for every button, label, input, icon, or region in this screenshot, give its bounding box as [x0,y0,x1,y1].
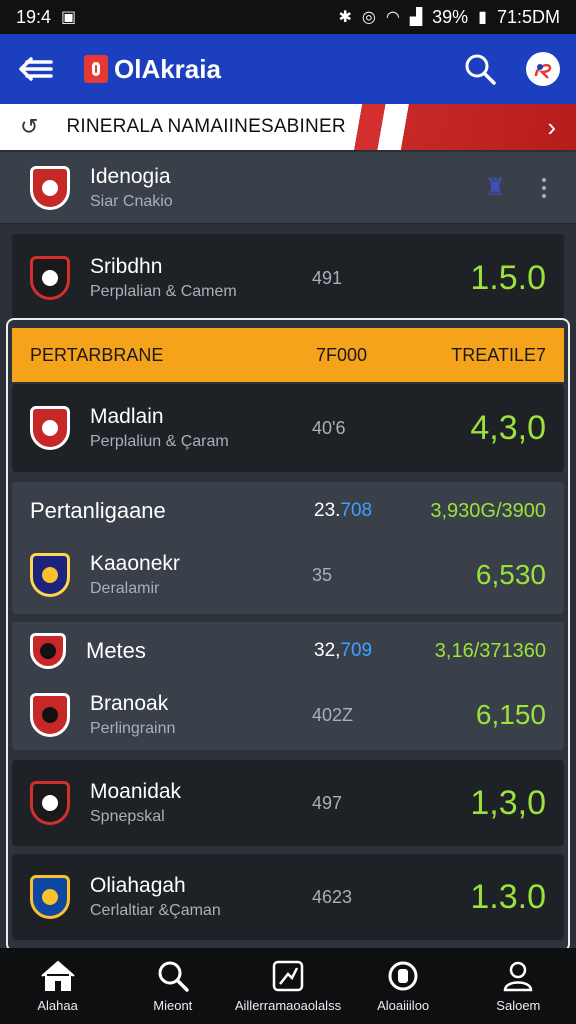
match-score: 6,150 [475,699,546,730]
battery-icon: ▮ [478,9,487,26]
status-time-left: 19:4 [16,6,52,27]
panel-header-mid: 7F000 [316,344,368,365]
list-item[interactable]: Kaaonekr Deralamir 35 6,530 [12,540,564,610]
trophy-icon[interactable]: ♜ [484,173,506,202]
gallery-notification-icon: ▣ [61,9,77,26]
match-count: 35 [312,564,333,585]
league-row[interactable]: Idenogia Siar Cnakio ♜ [0,152,576,224]
nav-item-search[interactable]: Mieont [118,960,228,1013]
account-avatar-icon[interactable] [526,52,560,86]
nav-label: Alahaa [37,997,78,1013]
team-name: Moanidak [90,780,182,803]
panel-header-right: TREATILE7 [451,344,546,365]
match-card[interactable]: Oliahagah Cerlaltiar &Çaman 4623 1.3.0 [12,854,564,940]
team-subtitle: Perplaliun & Çaram [90,433,229,450]
match-score: 1.5.0 [470,258,546,297]
team-crest-icon [30,553,70,597]
more-options-icon[interactable] [542,177,546,198]
group-count: 23.708 [314,500,373,521]
group-odds: 3,930G/3900 [430,499,546,522]
match-count: 402Z [312,704,354,725]
match-count: 491 [312,267,343,288]
battery-percent: 39% [432,6,469,27]
brand: OlAkraia [84,54,221,85]
group-odds: 3,16/371360 [434,639,546,662]
nav-label: Saloem [496,997,541,1013]
group-title: Pertanligaane [30,498,166,523]
league-crest-icon [30,165,70,210]
bluetooth-icon: ✱ [338,9,352,26]
nav-label: Aloaiiiloo [377,997,430,1013]
match-score: 1.3.0 [470,877,546,916]
team-name: Oliahagah [90,874,186,897]
banner-title: RINERALA NAMAIINESABINER [66,116,346,137]
team-subtitle: Deralamir [90,580,160,597]
status-clock: 71:5DM [496,6,560,27]
league-subtitle: Siar Cnakio [90,192,173,210]
team-crest-icon [30,693,70,737]
panel-header: PERTARBRANE 7F000 TREATILE7 [12,328,564,382]
team-crest-icon [30,875,70,919]
list-item[interactable]: Branoak Perlingrainn 402Z 6,150 [12,680,564,750]
team-name: Kaaonekr [90,552,180,575]
nav-item-badge[interactable]: Aloaiiiloo [348,960,458,1013]
match-card-top[interactable]: Sribdhn Perplalian & Camem 491 1.5.0 [12,234,564,322]
nav-item-stats[interactable]: Aillerramaoaolalss [233,960,343,1013]
match-score: 6,530 [475,559,546,590]
bottom-nav: Alahaa Mieont Aillerramaoaolalss Aloaiii… [0,948,576,1024]
group-card[interactable]: Metes 32,709 3,16/371360 Branoak Perling… [12,622,564,750]
home-icon [40,960,75,991]
promo-banner[interactable]: ↺ RINERALA NAMAIINESABINER › [0,104,576,150]
nav-item-profile[interactable]: Saloem [463,960,573,1013]
app-title: OlAkraia [114,53,221,84]
search-icon[interactable] [462,51,498,87]
back-arrow-icon[interactable] [16,49,56,89]
team-crest-icon [30,781,70,825]
match-count: 4623 [312,886,353,907]
team-subtitle: Perlingrainn [90,720,176,737]
refresh-icon[interactable]: ↺ [20,114,38,140]
profile-icon [504,961,533,991]
nav-item-home[interactable]: Alahaa [3,960,113,1013]
team-name: Sribdhn [90,255,163,278]
search-icon [158,961,189,992]
group-title: Metes [86,638,146,663]
chart-icon [272,960,304,991]
match-score: 4,3,0 [470,408,546,447]
league-name: Idenogia [90,164,171,188]
panel-header-left: PERTARBRANE [30,344,164,365]
signal-icon: ▟ [409,9,423,26]
team-subtitle: Cerlaltiar &Çaman [90,902,221,919]
alarm-icon: ◎ [361,9,376,26]
match-card[interactable]: Madlain Perplaliun & Çaram 40'6 4,3,0 [12,384,564,472]
team-subtitle: Spnepskal [90,808,165,825]
nav-label: Mieont [153,997,193,1013]
match-count: 40'6 [312,417,346,438]
badge-icon [388,961,418,990]
chevron-right-icon[interactable]: › [547,112,556,143]
match-count: 497 [312,792,343,813]
team-crest-icon [30,406,70,450]
group-card[interactable]: Pertanligaane 23.708 3,930G/3900 Kaaonek… [12,482,564,614]
brand-logo-icon [84,55,108,83]
group-count: 32,709 [314,640,373,661]
team-name: Branoak [90,692,169,715]
team-name: Madlain [90,405,164,428]
app-bar: OlAkraia [0,34,576,104]
team-crest-icon [30,256,70,300]
wifi-icon: ◠ [385,9,400,26]
team-crest-icon [30,633,66,669]
match-score: 1,3,0 [470,783,546,822]
match-card[interactable]: Moanidak Spnepskal 497 1,3,0 [12,760,564,846]
team-subtitle: Perplalian & Camem [90,283,237,300]
nav-label: Aillerramaoaolalss [234,997,342,1013]
status-bar: 19:4 ▣ ✱ ◎ ◠ ▟ 39% ▮ 71:5DM [0,0,576,34]
